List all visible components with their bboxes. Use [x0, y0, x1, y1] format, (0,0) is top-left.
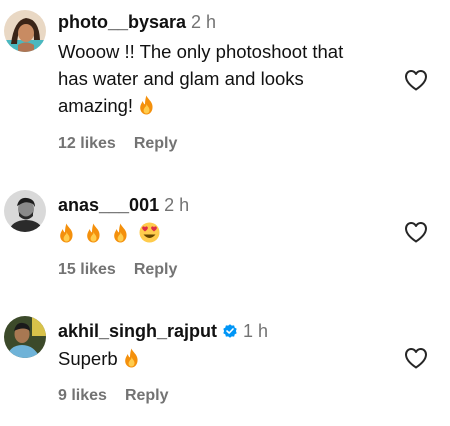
comment-header: photo__bysara 2 h — [58, 12, 216, 33]
likes-count[interactable]: 12 likes — [58, 135, 116, 152]
username[interactable]: anas___001 — [58, 195, 159, 215]
heart-outline-icon — [405, 348, 427, 369]
reply-button[interactable]: Reply — [125, 387, 169, 404]
comment-meta: 15 likes Reply — [58, 261, 177, 279]
username[interactable]: photo__bysara — [58, 12, 186, 32]
avatar-image-icon — [4, 190, 46, 232]
comment-text-content: Superb — [58, 348, 118, 369]
fire-emoji — [87, 223, 100, 243]
timestamp: 2 h — [164, 195, 190, 215]
comment-header: anas___001 2 h — [58, 195, 189, 216]
avatar-image-icon — [4, 316, 46, 358]
comment-meta: 9 likes Reply — [58, 387, 169, 405]
username[interactable]: akhil_singh_rajput — [58, 321, 217, 341]
fire-emoji — [140, 95, 153, 115]
likes-count[interactable]: 9 likes — [58, 387, 107, 404]
comment-text: Superb — [58, 345, 378, 372]
fire-emoji — [60, 223, 73, 243]
comment-text: Wooow !! The only photoshoot that has wa… — [58, 38, 378, 119]
verified-badge-icon — [223, 324, 237, 338]
avatar[interactable] — [4, 10, 46, 52]
comment-text-content: Wooow !! The only photoshoot that has wa… — [58, 41, 344, 116]
timestamp: 2 h — [191, 12, 217, 32]
reply-button[interactable]: Reply — [134, 135, 178, 152]
like-button[interactable] — [404, 347, 428, 369]
fire-emoji — [124, 348, 138, 368]
heart-outline-icon — [405, 70, 427, 91]
timestamp: 1 h — [243, 321, 269, 341]
like-button[interactable] — [404, 69, 428, 91]
heart-outline-icon — [405, 222, 427, 243]
comment-item: akhil_singh_rajput 1 h Superb 9 likes Repl… — [0, 295, 450, 426]
avatar[interactable] — [4, 190, 46, 232]
fire-emoji — [114, 223, 127, 243]
reply-button[interactable]: Reply — [134, 261, 178, 278]
comment-item: anas___001 2 h 15 likes Reply — [0, 165, 450, 295]
comment-header: akhil_singh_rajput 1 h — [58, 321, 268, 342]
likes-count[interactable]: 15 likes — [58, 261, 116, 278]
avatar[interactable] — [4, 316, 46, 358]
comment-item: photo__bysara 2 h Wooow !! The only photo… — [0, 0, 450, 165]
heart-eyes-emoji — [139, 222, 160, 243]
comment-meta: 12 likes Reply — [58, 135, 177, 153]
comment-text — [58, 220, 378, 247]
avatar-image-icon — [4, 10, 46, 52]
like-button[interactable] — [404, 221, 428, 243]
